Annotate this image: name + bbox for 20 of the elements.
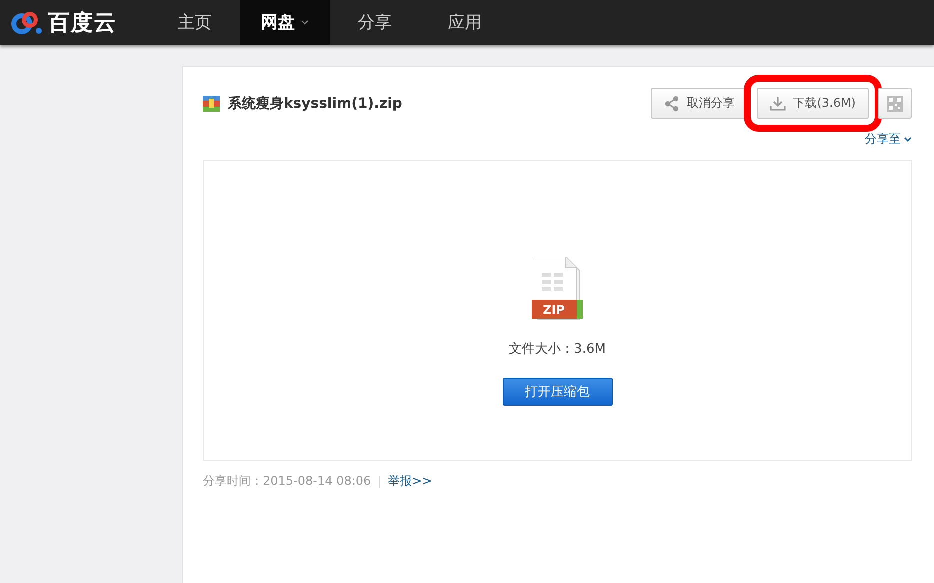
- file-name: 系统瘦身ksysslim(1).zip: [228, 95, 402, 113]
- file-size-text: 文件大小：3.6M: [509, 341, 606, 358]
- nav-tab[interactable]: 主页: [150, 0, 240, 45]
- caret-icon: [904, 136, 912, 142]
- zip-file-icon: [532, 257, 582, 320]
- share-icon: [664, 96, 680, 112]
- archive-file-icon: [203, 96, 220, 112]
- file-type-label: ZIP: [542, 303, 564, 317]
- nav-tab[interactable]: 应用: [420, 0, 510, 45]
- download-icon: [770, 96, 786, 111]
- nav-tab[interactable]: 分享: [330, 0, 420, 45]
- qr-code-button[interactable]: [878, 88, 912, 119]
- share-to-link[interactable]: 分享至: [865, 131, 912, 148]
- brand-name: 百度云: [48, 10, 117, 38]
- qr-code-icon: [887, 96, 903, 112]
- cloud-logo-icon: [10, 10, 44, 36]
- open-archive-button[interactable]: 打开压缩包: [502, 378, 612, 406]
- report-link[interactable]: 举报>>: [388, 473, 432, 490]
- nav-tab[interactable]: 网盘: [240, 0, 330, 45]
- share-time-text: 分享时间：2015-08-14 08:06: [203, 473, 372, 490]
